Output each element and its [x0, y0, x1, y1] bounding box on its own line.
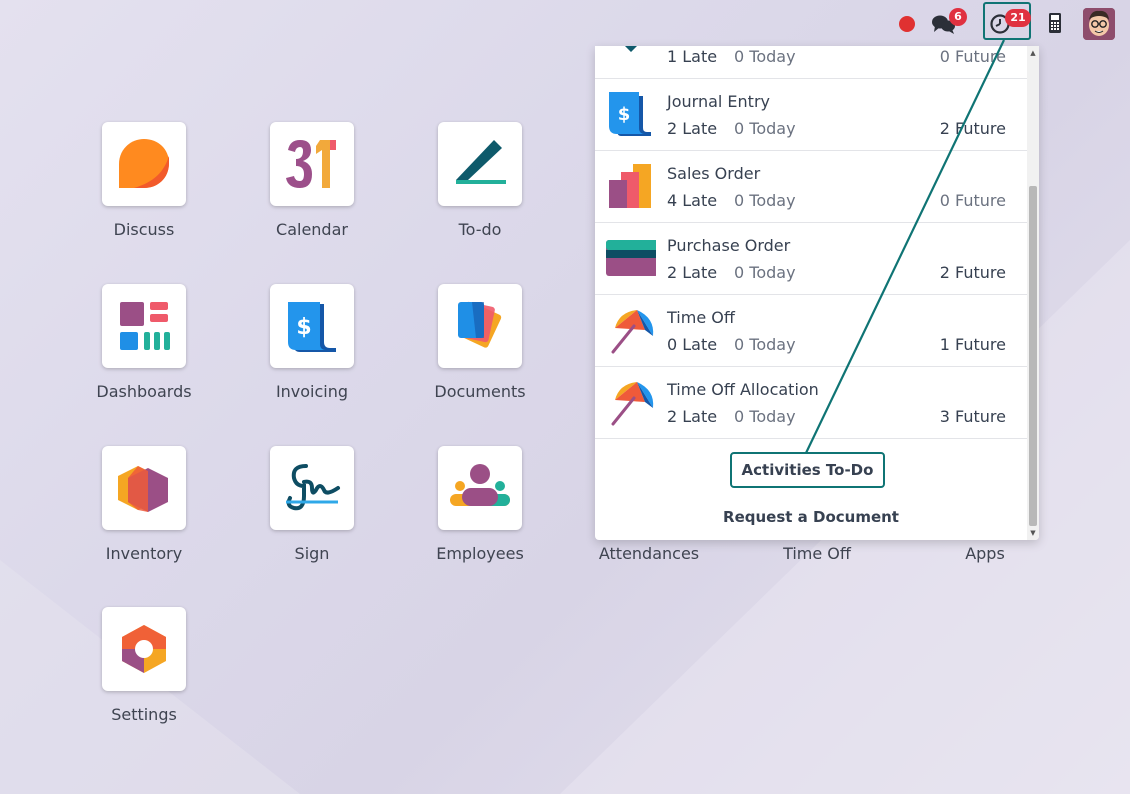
app-label: Sign: [294, 544, 330, 563]
activity-row[interactable]: 1 Late 0 Today 0 Future: [595, 46, 1027, 79]
top-navbar: 6 21: [0, 0, 1130, 46]
future-count[interactable]: 0 Future: [940, 191, 1006, 210]
app-discuss[interactable]: Discuss: [70, 122, 210, 252]
app-label: Discuss: [113, 220, 175, 239]
activity-model-name: Time Off Allocation: [667, 380, 819, 399]
future-count[interactable]: 1 Future: [940, 335, 1006, 354]
app-label: To-do: [458, 220, 502, 239]
app-tile[interactable]: [438, 446, 522, 530]
messages-button[interactable]: 6: [929, 6, 971, 40]
app-label: Documents: [434, 382, 526, 401]
app-apps-label[interactable]: Apps: [926, 544, 1044, 563]
umbrella-icon: [611, 310, 654, 354]
app-tile[interactable]: [102, 122, 186, 206]
today-count[interactable]: 0 Today: [734, 47, 796, 66]
app-calendar[interactable]: Calendar: [238, 122, 378, 252]
app-label: Invoicing: [275, 382, 349, 401]
activity-model-name: Journal Entry: [667, 92, 770, 111]
late-count[interactable]: 1 Late: [667, 47, 717, 66]
scroll-down-arrow-icon[interactable]: ▼: [1029, 529, 1037, 537]
app-invoicing[interactable]: $ Invoicing: [238, 284, 378, 414]
late-count[interactable]: 2 Late: [667, 263, 717, 282]
activity-row-sales-order[interactable]: Sales Order 4 Late 0 Today 0 Future: [595, 150, 1027, 223]
today-count[interactable]: 0 Today: [734, 335, 796, 354]
app-employees[interactable]: Employees: [406, 446, 546, 576]
scroll-up-arrow-icon[interactable]: ▲: [1029, 49, 1037, 57]
inventory-icon: [118, 466, 168, 512]
app-tile[interactable]: $: [270, 284, 354, 368]
svg-text:$: $: [618, 104, 631, 125]
app-tile[interactable]: [438, 122, 522, 206]
app-label: Dashboards: [96, 382, 192, 401]
phone-icon: [1049, 13, 1061, 33]
activity-model-name: Purchase Order: [667, 236, 791, 255]
app-dashboards[interactable]: Dashboards: [70, 284, 210, 414]
discuss-icon: [119, 139, 169, 188]
app-settings[interactable]: Settings: [70, 607, 210, 737]
activities-dropdown: 1 Late 0 Today 0 Future $ Journal Entry …: [595, 46, 1039, 540]
app-attendances-label[interactable]: Attendances: [590, 544, 708, 563]
app-tile[interactable]: [102, 446, 186, 530]
messages-count-badge: 6: [949, 8, 967, 26]
employees-icon: [450, 464, 510, 506]
app-inventory[interactable]: Inventory: [70, 446, 210, 576]
app-label: Inventory: [105, 544, 183, 563]
umbrella-icon: [611, 382, 654, 426]
scrollbar-thumb[interactable]: [1029, 186, 1037, 526]
app-todo[interactable]: To-do: [406, 122, 546, 252]
app-label: Calendar: [276, 220, 348, 239]
activities-todo-button[interactable]: Activities To-Do: [730, 452, 885, 488]
late-count[interactable]: 2 Late: [667, 119, 717, 138]
app-tile[interactable]: [102, 284, 186, 368]
calendar-icon: [286, 140, 336, 188]
activity-type-icon: [625, 46, 637, 52]
app-tile[interactable]: [270, 446, 354, 530]
svg-text:$: $: [296, 315, 311, 340]
phone-button[interactable]: [1044, 12, 1066, 34]
activity-row-time-off[interactable]: Time Off 0 Late 0 Today 1 Future: [595, 294, 1027, 367]
future-count[interactable]: 2 Future: [940, 119, 1006, 138]
todo-check-icon: [456, 140, 506, 184]
app-documents[interactable]: Documents: [406, 284, 546, 414]
journal-entry-icon: $: [609, 92, 651, 136]
dropdown-scrollbar[interactable]: ▲ ▼: [1027, 46, 1039, 540]
activity-row-time-off-allocation[interactable]: Time Off Allocation 2 Late 0 Today 3 Fut…: [595, 366, 1027, 439]
recording-indicator-icon[interactable]: [899, 16, 915, 32]
late-count[interactable]: 4 Late: [667, 191, 717, 210]
app-label: Employees: [436, 544, 524, 563]
documents-icon: [458, 301, 502, 348]
sign-signature-icon: [286, 464, 340, 511]
dashboards-icon: [120, 302, 170, 350]
today-count[interactable]: 0 Today: [734, 119, 796, 138]
app-tile[interactable]: [102, 607, 186, 691]
activity-model-name: Time Off: [667, 308, 735, 327]
app-time-off-label[interactable]: Time Off: [758, 544, 876, 563]
sales-order-icon: [609, 164, 651, 208]
activities-count-badge: 21: [1005, 9, 1031, 27]
user-avatar[interactable]: [1083, 8, 1115, 40]
activity-row-purchase-order[interactable]: Purchase Order 2 Late 0 Today 2 Future: [595, 222, 1027, 295]
purchase-order-card-icon: [606, 240, 656, 276]
future-count[interactable]: 2 Future: [940, 263, 1006, 282]
activity-row-journal-entry[interactable]: $ Journal Entry 2 Late 0 Today 2 Future: [595, 78, 1027, 151]
late-count[interactable]: 2 Late: [667, 407, 717, 426]
today-count[interactable]: 0 Today: [734, 263, 796, 282]
settings-icon: [122, 625, 166, 673]
future-count[interactable]: 0 Future: [940, 47, 1006, 66]
app-sign[interactable]: Sign: [238, 446, 378, 576]
activity-model-name: Sales Order: [667, 164, 761, 183]
app-tile[interactable]: [438, 284, 522, 368]
activities-button[interactable]: 21: [983, 2, 1031, 40]
today-count[interactable]: 0 Today: [734, 407, 796, 426]
today-count[interactable]: 0 Today: [734, 191, 796, 210]
app-tile[interactable]: [270, 122, 354, 206]
invoicing-icon: $: [288, 302, 336, 352]
request-document-link[interactable]: Request a Document: [595, 508, 1027, 526]
avatar-face-icon: [1083, 8, 1115, 40]
app-label: Settings: [111, 705, 177, 724]
late-count[interactable]: 0 Late: [667, 335, 717, 354]
future-count[interactable]: 3 Future: [940, 407, 1006, 426]
